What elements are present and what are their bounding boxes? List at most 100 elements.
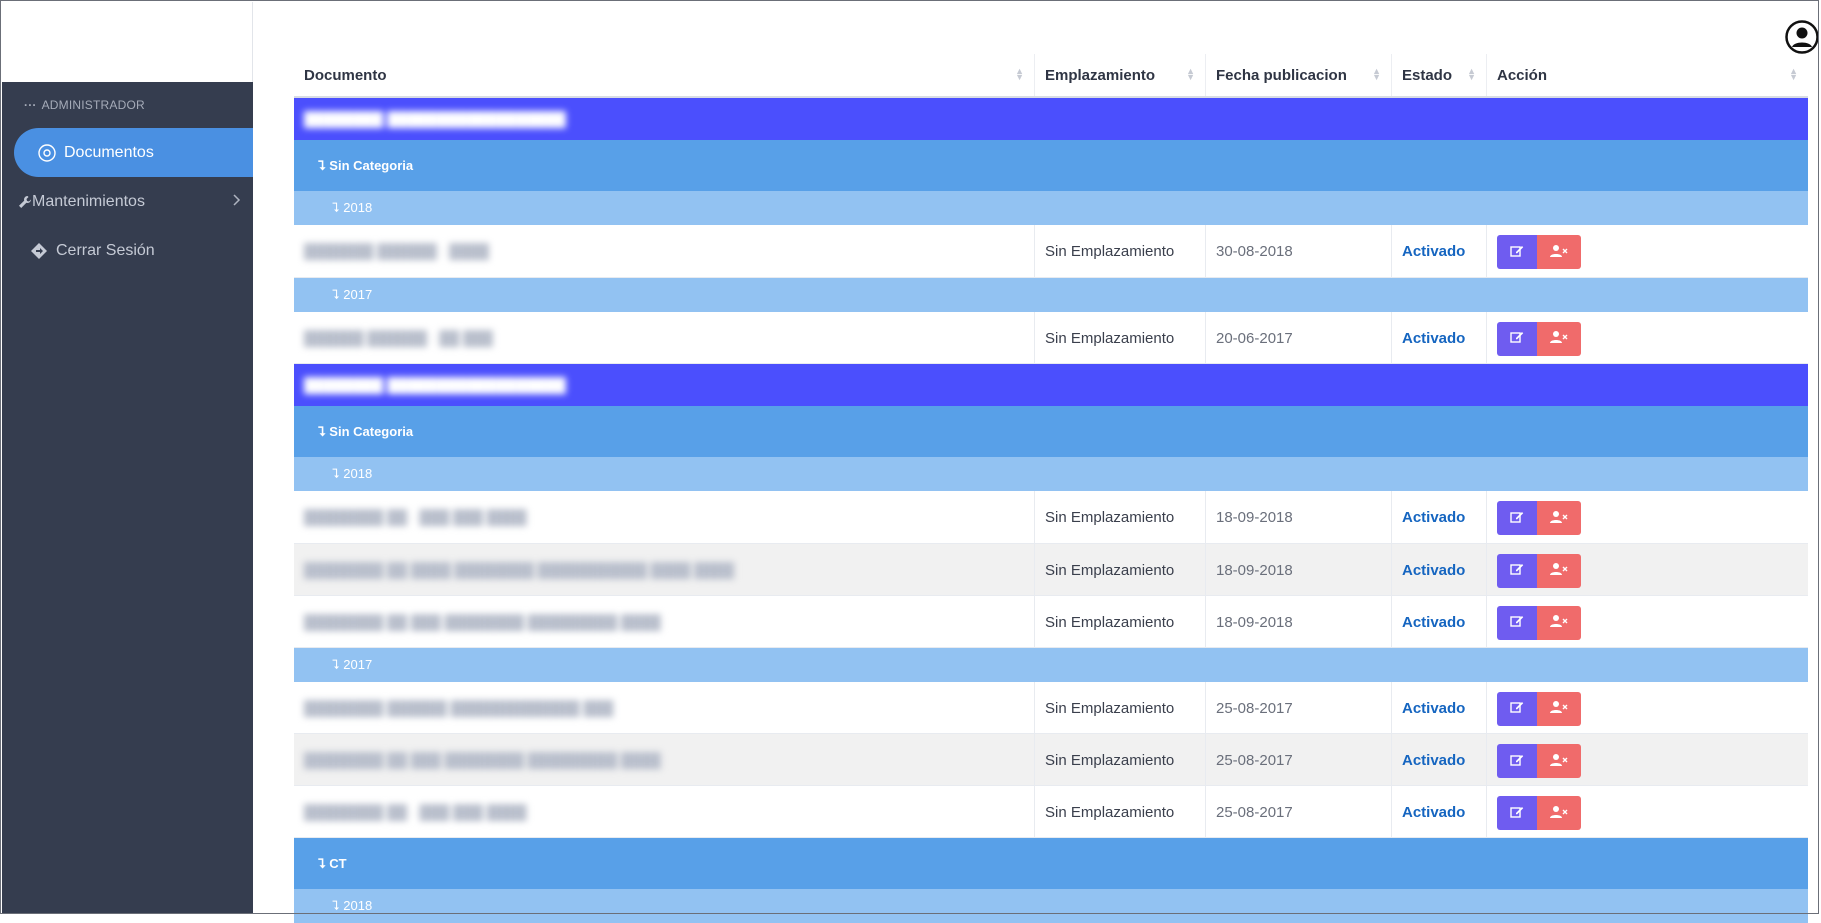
year-row[interactable]: ⮧ 2018 <box>294 889 1808 923</box>
header-fecha[interactable]: Fecha publicacion ▲ ▼ <box>1205 54 1392 98</box>
edit-icon <box>1510 753 1524 770</box>
status-cell: Activado <box>1391 595 1487 647</box>
category-row[interactable]: ⮧ Sin Categoria <box>294 140 1808 191</box>
year-row[interactable]: ⮧ 2017 <box>294 647 1808 682</box>
document-name[interactable]: ████████ ██ · ███ ███ ████ <box>304 804 527 820</box>
location-cell: Sin Emplazamiento <box>1034 595 1206 647</box>
collapse-arrow-icon: ⮧ <box>332 656 344 672</box>
status-cell: Activado <box>1391 785 1487 838</box>
table-row: ████████ ██ ████ ████████ ███████████ ██… <box>294 543 1808 595</box>
collapse-arrow-icon: ⮧ <box>332 200 344 215</box>
table-row: ███████ ██████ · ████ Sin Emplazamiento 30… <box>294 225 1808 277</box>
sort-icon: ▲ ▼ <box>1467 66 1476 82</box>
status-cell: Activado <box>1391 543 1487 595</box>
user-remove-icon <box>1550 330 1568 347</box>
sort-icon: ▲ ▼ <box>1789 66 1798 82</box>
year-label: 2018 <box>343 466 373 481</box>
edit-button[interactable] <box>1497 235 1537 269</box>
deactivate-user-button[interactable] <box>1537 691 1581 726</box>
location-cell: Sin Emplazamiento <box>1034 311 1206 364</box>
edit-icon <box>1510 330 1524 347</box>
header-estado[interactable]: Estado ▲ ▼ <box>1391 54 1487 98</box>
user-avatar-icon[interactable] <box>1785 20 1819 54</box>
header-emplazamiento[interactable]: Emplazamiento ▲ ▼ <box>1034 54 1206 98</box>
deactivate-user-button[interactable] <box>1537 744 1581 778</box>
user-remove-icon <box>1550 562 1568 579</box>
collapse-arrow-icon: ⮧ <box>332 898 344 913</box>
document-name[interactable]: ██████ ██████ · ██ ███ <box>304 330 493 346</box>
sidebar-section-label: ··· ADMINISTRADOR <box>2 82 253 128</box>
date-cell: 25-08-2017 <box>1205 733 1392 786</box>
collapse-arrow-icon: ⮧ <box>318 423 330 439</box>
date-cell: 25-08-2017 <box>1205 785 1392 838</box>
sidebar-logo-area <box>2 2 253 82</box>
edit-icon <box>1510 614 1524 631</box>
status-cell: Activado <box>1391 681 1487 734</box>
category-label: Sin Categoria <box>329 423 414 439</box>
user-email: ████████ ██████████████████ <box>304 376 566 393</box>
table-row: ████████ ██ · ███ ███ ████ Sin Emplazamie… <box>294 785 1808 838</box>
deactivate-user-button[interactable] <box>1537 321 1581 356</box>
collapse-arrow-icon: ⮧ <box>332 466 344 481</box>
edit-icon <box>1510 510 1524 527</box>
signpost-diamond-icon <box>28 240 50 262</box>
document-name[interactable]: ███████ ██████ · ████ <box>304 243 489 259</box>
user-remove-icon <box>1550 244 1568 261</box>
edit-button[interactable] <box>1497 691 1537 726</box>
edit-button[interactable] <box>1497 796 1537 830</box>
user-remove-icon <box>1550 700 1568 717</box>
edit-icon <box>1510 700 1524 717</box>
sidebar-item-documentos[interactable]: Documentos <box>14 128 253 177</box>
header-accion[interactable]: Acción ▲ ▼ <box>1486 54 1808 98</box>
category-row[interactable]: ⮧ Sin Categoria <box>294 406 1808 457</box>
document-name[interactable]: ████████ ██ ███ ████████ █████████ ████ <box>304 614 661 630</box>
location-cell: Sin Emplazamiento <box>1034 785 1206 838</box>
table-row: ██████ ██████ · ██ ███ Sin Emplazamiento 2… <box>294 311 1808 364</box>
edit-icon <box>1510 562 1524 579</box>
table-row: ████████ ██ ███ ████████ █████████ ████ S… <box>294 733 1808 786</box>
header-documento[interactable]: Documento ▲ ▼ <box>294 54 1035 98</box>
document-name[interactable]: ████████ ██████ █████████████ ███ <box>304 700 613 716</box>
edit-button[interactable] <box>1497 321 1537 356</box>
status-cell: Activado <box>1391 311 1487 364</box>
category-row[interactable]: ⮧ CT <box>294 837 1808 889</box>
edit-button[interactable] <box>1497 501 1537 535</box>
deactivate-user-button[interactable] <box>1537 553 1581 588</box>
date-cell: 18-09-2018 <box>1205 543 1392 595</box>
edit-button[interactable] <box>1497 744 1537 778</box>
category-label: CT <box>329 855 347 871</box>
year-row[interactable]: ⮧ 2018 <box>294 191 1808 225</box>
table-body: ████████ ██████████████████ ⮧ Sin Categor… <box>294 97 1808 923</box>
edit-button[interactable] <box>1497 553 1537 588</box>
year-label: 2018 <box>343 898 373 913</box>
deactivate-user-button[interactable] <box>1537 235 1581 269</box>
sidebar-item-mantenimientos[interactable]: Mantenimientos <box>2 177 253 226</box>
edit-button[interactable] <box>1497 605 1537 640</box>
deactivate-user-button[interactable] <box>1537 501 1581 535</box>
user-remove-icon <box>1550 805 1568 822</box>
status-cell: Activado <box>1391 491 1487 543</box>
document-name[interactable]: ████████ ██ ███ ████████ █████████ ████ <box>304 752 661 768</box>
date-cell: 30-08-2018 <box>1205 225 1392 277</box>
date-cell: 25-08-2017 <box>1205 681 1392 734</box>
document-name[interactable]: ████████ ██ ████ ████████ ███████████ ██… <box>304 562 734 578</box>
deactivate-user-button[interactable] <box>1537 605 1581 640</box>
sidebar-item-cerrar-sesion[interactable]: Cerrar Sesión <box>2 226 253 275</box>
deactivate-user-button[interactable] <box>1537 796 1581 830</box>
chevron-right-icon <box>233 193 241 211</box>
user-remove-icon <box>1550 510 1568 527</box>
dots-icon: ··· <box>24 98 37 112</box>
date-cell: 18-09-2018 <box>1205 595 1392 647</box>
date-cell: 18-09-2018 <box>1205 491 1392 543</box>
category-label: Sin Categoria <box>329 157 414 173</box>
year-row[interactable]: ⮧ 2017 <box>294 277 1808 312</box>
year-label: 2018 <box>343 200 373 215</box>
status-cell: Activado <box>1391 225 1487 277</box>
location-cell: Sin Emplazamiento <box>1034 225 1206 277</box>
target-circle-icon <box>36 142 58 164</box>
year-row[interactable]: ⮧ 2018 <box>294 457 1808 491</box>
sidebar-item-label: Documentos <box>64 143 154 161</box>
user-group-row: ████████ ██████████████████ <box>294 363 1808 406</box>
section-label-text: ADMINISTRADOR <box>41 98 145 112</box>
document-name[interactable]: ████████ ██ · ███ ███ ████ <box>304 509 527 525</box>
